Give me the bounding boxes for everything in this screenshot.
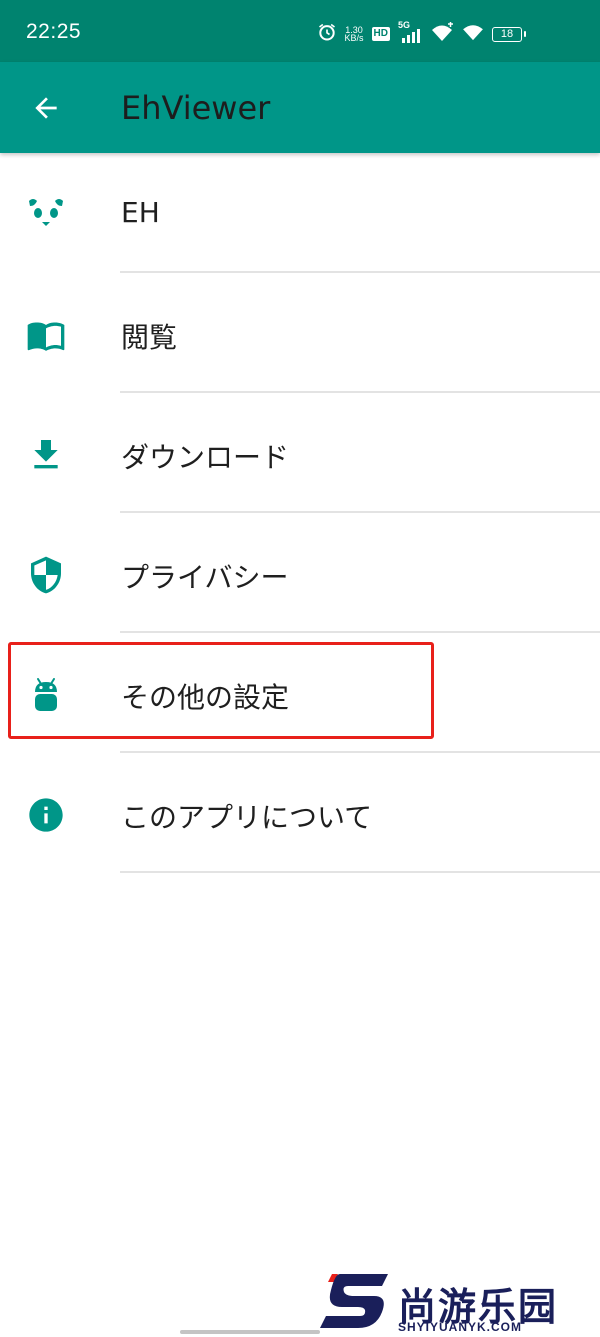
network-speed: 1.30 KB/s (344, 25, 364, 43)
hd-icon: HD (371, 27, 390, 41)
settings-item-label: このアプリについて (121, 801, 373, 834)
book-icon (26, 315, 66, 355)
watermark-logo-icon (320, 1274, 388, 1328)
page-title: EhViewer (121, 89, 271, 127)
download-icon (26, 435, 66, 475)
wifi-icon (462, 23, 484, 45)
status-time: 22:25 (26, 20, 82, 43)
settings-item-read[interactable]: 閲覧 (0, 273, 600, 393)
android-icon (26, 675, 66, 715)
settings-item-eh[interactable]: EH (0, 153, 600, 273)
settings-item-label: ダウンロード (121, 441, 290, 474)
watermark: 尚游乐园 SHYIYUANYK.COM (318, 1270, 600, 1337)
battery-icon: 18 (492, 27, 526, 42)
status-icons: 1.30 KB/s HD 5G (317, 20, 484, 46)
info-icon (26, 795, 66, 835)
settings-item-label: EH (121, 196, 160, 229)
settings-item-privacy[interactable]: プライバシー (0, 513, 600, 633)
settings-item-label: 閲覧 (121, 321, 178, 354)
settings-item-other[interactable]: その他の設定 (0, 633, 600, 753)
divider (120, 871, 600, 873)
settings-item-download[interactable]: ダウンロード (0, 393, 600, 513)
wifi-calling-icon (430, 22, 454, 46)
arrow-back-icon (35, 97, 57, 119)
status-bar: 22:25 1.30 KB/s HD 5G 18 (0, 0, 600, 62)
settings-item-label: その他の設定 (121, 681, 290, 714)
home-indicator[interactable] (180, 1330, 320, 1334)
back-button[interactable] (30, 92, 62, 124)
panda-icon (26, 195, 66, 235)
settings-list: EH 閲覧 ダウンロード プライバシー その他の設定 このアプリについて (0, 153, 600, 873)
app-bar: EhViewer (0, 62, 600, 153)
shield-icon (26, 555, 66, 595)
settings-item-label: プライバシー (121, 561, 289, 594)
watermark-url: SHYIYUANYK.COM (398, 1320, 523, 1334)
signal-icon: 5G (398, 20, 422, 44)
alarm-icon (317, 22, 337, 46)
settings-item-about[interactable]: このアプリについて (0, 753, 600, 873)
